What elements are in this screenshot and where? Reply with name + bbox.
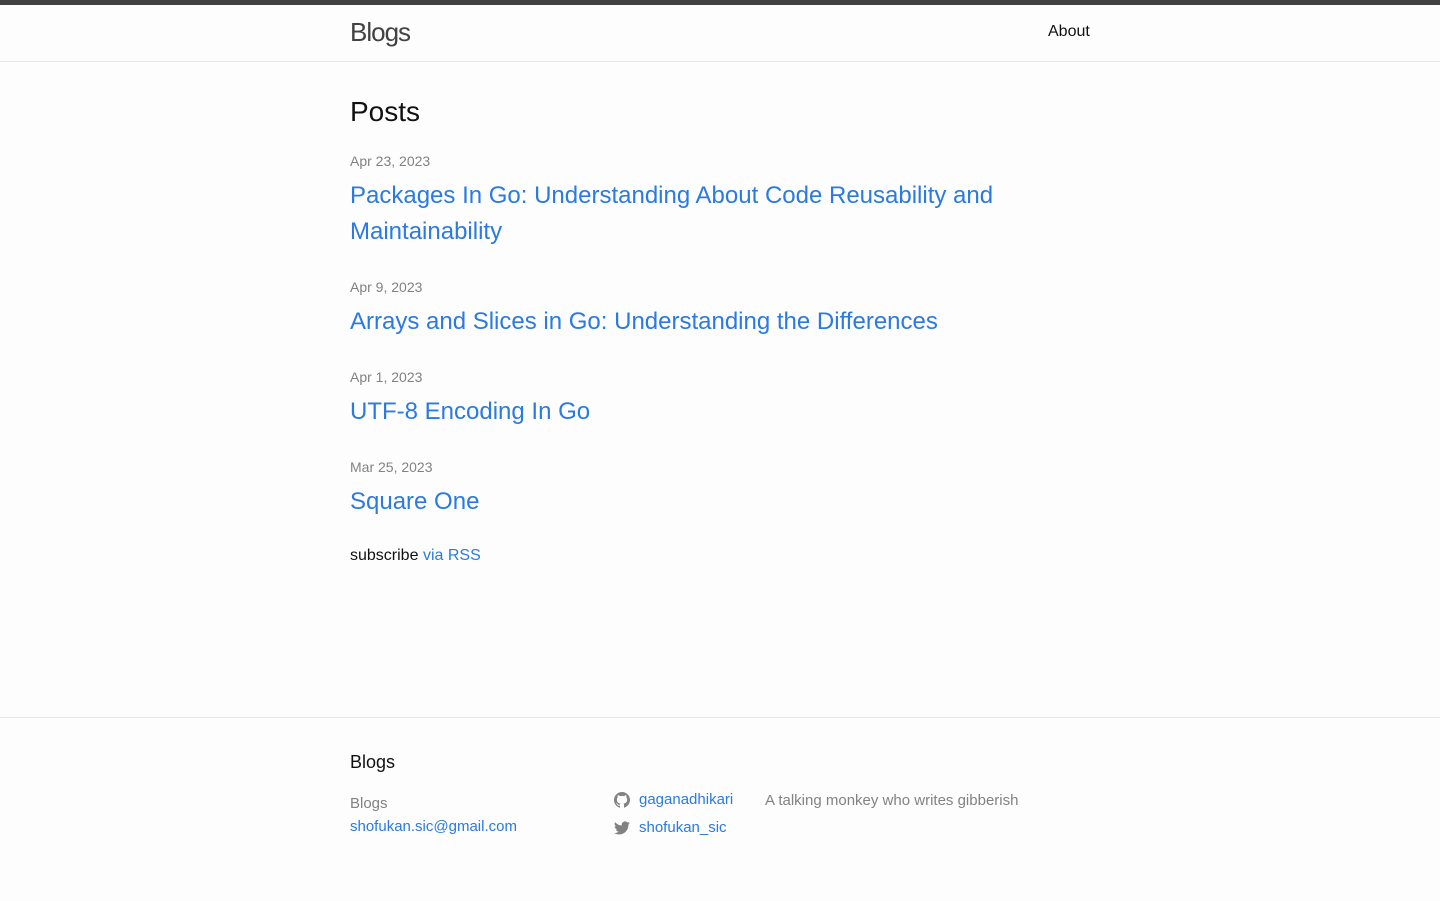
nav-link-about[interactable]: About	[1048, 22, 1090, 42]
post-date: Apr 1, 2023	[350, 369, 423, 385]
post-title-link[interactable]: UTF-8 Encoding In Go	[350, 394, 1050, 430]
post-title-link[interactable]: Arrays and Slices in Go: Understanding t…	[350, 304, 1050, 340]
site-footer: Blogs Blogs shofukan.sic@gmail.com gagan…	[0, 717, 1440, 901]
post-title-link[interactable]: Square One	[350, 484, 1050, 520]
subscribe-line: subscribe via RSS	[350, 546, 481, 566]
post-list-item: Apr 23, 2023 Packages In Go: Understandi…	[350, 152, 1050, 250]
github-username-link[interactable]: gaganadhikari	[639, 790, 733, 810]
social-github: gaganadhikari	[614, 790, 733, 810]
footer-heading: Blogs	[350, 752, 396, 772]
footer-description: A talking monkey who writes gibberish	[765, 792, 1019, 809]
rss-link[interactable]: via RSS	[423, 547, 481, 564]
post-date: Apr 23, 2023	[350, 153, 431, 169]
post-list-item: Mar 25, 2023 Square One	[350, 458, 1050, 520]
twitter-username-link[interactable]: shofukan_sic	[639, 818, 727, 838]
subscribe-text: subscribe	[350, 547, 419, 564]
post-date: Apr 9, 2023	[350, 279, 423, 295]
site-title-link[interactable]: Blogs	[350, 19, 411, 45]
twitter-icon	[614, 820, 630, 836]
social-twitter: shofukan_sic	[614, 818, 727, 838]
footer-contact: Blogs shofukan.sic@gmail.com	[350, 792, 517, 838]
post-list-item: Apr 1, 2023 UTF-8 Encoding In Go	[350, 368, 1050, 430]
footer-email-link[interactable]: shofukan.sic@gmail.com	[350, 815, 517, 838]
footer-name: Blogs	[350, 795, 388, 812]
post-title-link[interactable]: Packages In Go: Understanding About Code…	[350, 178, 1050, 250]
github-icon	[614, 792, 630, 808]
post-list-item: Apr 9, 2023 Arrays and Slices in Go: Und…	[350, 278, 1050, 340]
site-header: Blogs About	[0, 5, 1440, 62]
post-date: Mar 25, 2023	[350, 459, 433, 475]
posts-heading: Posts	[350, 96, 421, 127]
